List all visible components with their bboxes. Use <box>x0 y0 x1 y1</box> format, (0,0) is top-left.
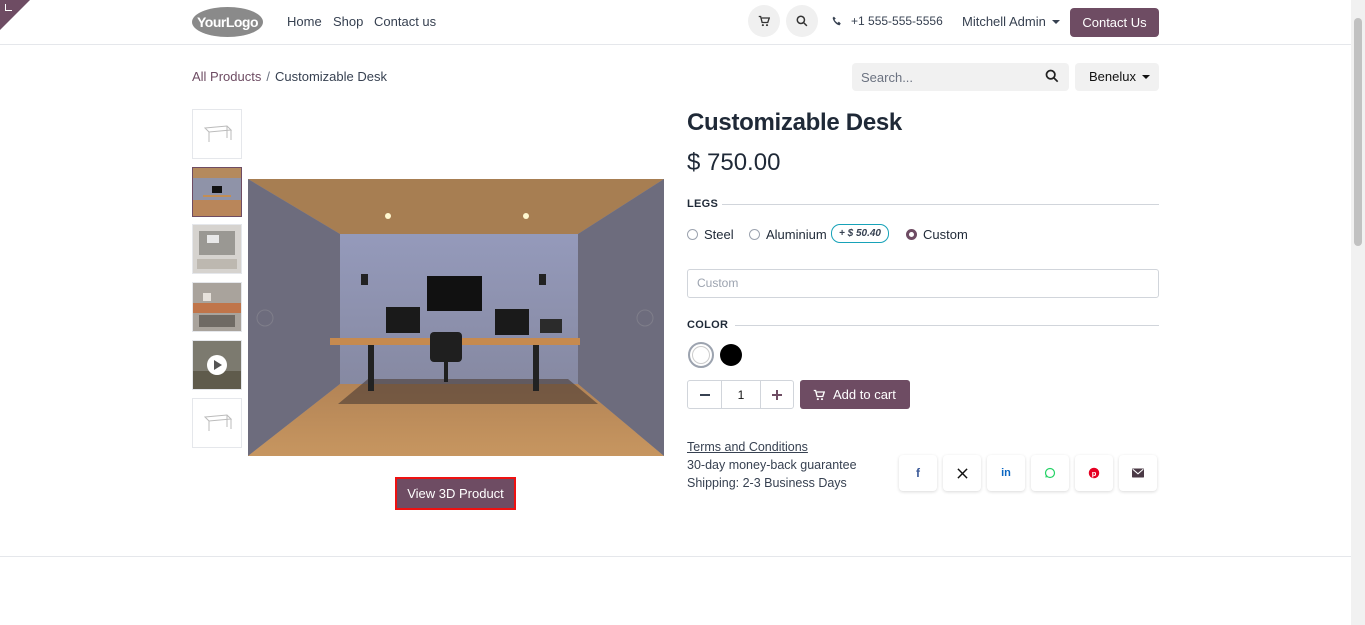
quantity-input[interactable]: 1 <box>722 381 760 408</box>
add-to-cart-button[interactable]: Add to cart <box>800 380 910 409</box>
pricelist-dropdown[interactable]: Benelux <box>1075 63 1159 91</box>
color-swatch-black[interactable] <box>720 344 742 366</box>
desk-room-image <box>248 179 664 456</box>
product-thumbnail[interactable] <box>192 167 242 217</box>
share-whatsapp-button[interactable] <box>1031 455 1069 491</box>
share-x-button[interactable] <box>943 455 981 491</box>
whatsapp-icon <box>1044 467 1056 479</box>
legs-option-steel[interactable]: Steel <box>687 227 734 242</box>
svg-text:p: p <box>1092 469 1097 478</box>
site-logo[interactable]: YourLogo <box>192 7 263 37</box>
phone-number: +1 555-555-5556 <box>851 14 943 28</box>
desk-office-image <box>193 283 241 331</box>
top-header: YourLogo Home Shop Contact us +1 555-555… <box>0 0 1351 45</box>
facebook-icon: f <box>916 466 920 480</box>
desk-sketch-image <box>203 414 233 431</box>
share-email-button[interactable] <box>1119 455 1157 491</box>
search-icon[interactable] <box>1045 69 1059 83</box>
desk-room-image <box>193 168 241 216</box>
product-thumbnail[interactable] <box>192 282 242 332</box>
shipping-text: Shipping: 2-3 Business Days <box>687 476 847 490</box>
product-thumbnail[interactable] <box>192 398 242 448</box>
x-icon <box>956 467 968 479</box>
radio-button[interactable] <box>749 229 760 240</box>
minus-icon <box>699 393 710 396</box>
chevron-down-icon <box>1141 75 1150 79</box>
legs-option-label: Aluminium <box>766 227 827 242</box>
cart-icon <box>758 15 770 27</box>
legs-option-label: Custom <box>923 227 968 242</box>
product-title: Customizable Desk <box>687 109 902 136</box>
search-input[interactable]: Search... <box>852 63 1069 91</box>
product-main-image[interactable] <box>248 179 664 456</box>
radio-button-selected[interactable] <box>906 229 917 240</box>
view-3d-product-button[interactable]: View 3D Product <box>395 477 516 510</box>
legs-attribute-label: LEGS <box>687 198 719 210</box>
email-icon <box>1132 468 1144 478</box>
linkedin-icon: in <box>1001 467 1011 479</box>
color-divider <box>735 325 1159 326</box>
desk-top-view-image <box>193 225 241 273</box>
nav-shop[interactable]: Shop <box>333 14 363 29</box>
legs-divider <box>722 204 1159 205</box>
cart-icon <box>813 389 825 400</box>
legs-option-aluminium[interactable]: Aluminium <box>749 227 827 242</box>
decrease-quantity-button[interactable] <box>688 381 722 408</box>
legs-option-label: Steel <box>704 227 734 242</box>
custom-legs-input[interactable]: Custom <box>687 269 1159 298</box>
plus-icon <box>772 389 782 400</box>
phone-link[interactable]: +1 555-555-5556 <box>832 14 943 28</box>
contact-us-button[interactable]: Contact Us <box>1070 8 1159 37</box>
chevron-down-icon <box>1051 20 1060 24</box>
share-linkedin-button[interactable]: in <box>987 455 1025 491</box>
radio-button[interactable] <box>687 229 698 240</box>
breadcrumb-current: Customizable Desk <box>275 69 387 84</box>
breadcrumb-all-products[interactable]: All Products <box>192 69 261 84</box>
scrollbar-thumb[interactable] <box>1354 18 1362 246</box>
product-video-thumbnail[interactable] <box>192 340 242 390</box>
share-facebook-button[interactable]: f <box>899 455 937 491</box>
video-play-icon <box>193 341 241 389</box>
cart-button[interactable] <box>748 5 780 37</box>
product-thumbnail[interactable] <box>192 224 242 274</box>
search-icon <box>796 15 808 27</box>
price-extra-badge: + $ 50.40 <box>831 224 889 243</box>
breadcrumb-separator: / <box>266 69 270 84</box>
legs-option-custom[interactable]: Custom <box>906 227 968 242</box>
share-pinterest-button[interactable]: p <box>1075 455 1113 491</box>
user-menu[interactable]: Mitchell Admin <box>962 14 1060 29</box>
color-swatch-white[interactable] <box>688 342 714 368</box>
phone-icon <box>832 16 841 26</box>
section-divider <box>0 556 1351 557</box>
color-attribute-label: COLOR <box>687 319 729 331</box>
quantity-stepper: 1 <box>687 380 794 409</box>
nav-home[interactable]: Home <box>287 14 322 29</box>
desk-sketch-image <box>203 125 233 142</box>
search-placeholder: Search... <box>861 70 914 85</box>
product-price: $ 750.00 <box>687 149 781 176</box>
terms-link[interactable]: Terms and Conditions <box>687 440 808 454</box>
page-scrollbar[interactable] <box>1351 0 1365 625</box>
nav-contact-us[interactable]: Contact us <box>374 14 436 29</box>
increase-quantity-button[interactable] <box>760 381 793 408</box>
pricelist-value: Benelux <box>1089 69 1136 84</box>
breadcrumb: All Products / Customizable Desk <box>192 69 387 84</box>
product-thumbnail[interactable] <box>192 109 242 159</box>
guarantee-text: 30-day money-back guarantee <box>687 458 857 472</box>
search-toggle-button[interactable] <box>786 5 818 37</box>
add-to-cart-label: Add to cart <box>833 387 896 402</box>
user-name: Mitchell Admin <box>962 14 1046 29</box>
pinterest-icon: p <box>1088 467 1100 479</box>
